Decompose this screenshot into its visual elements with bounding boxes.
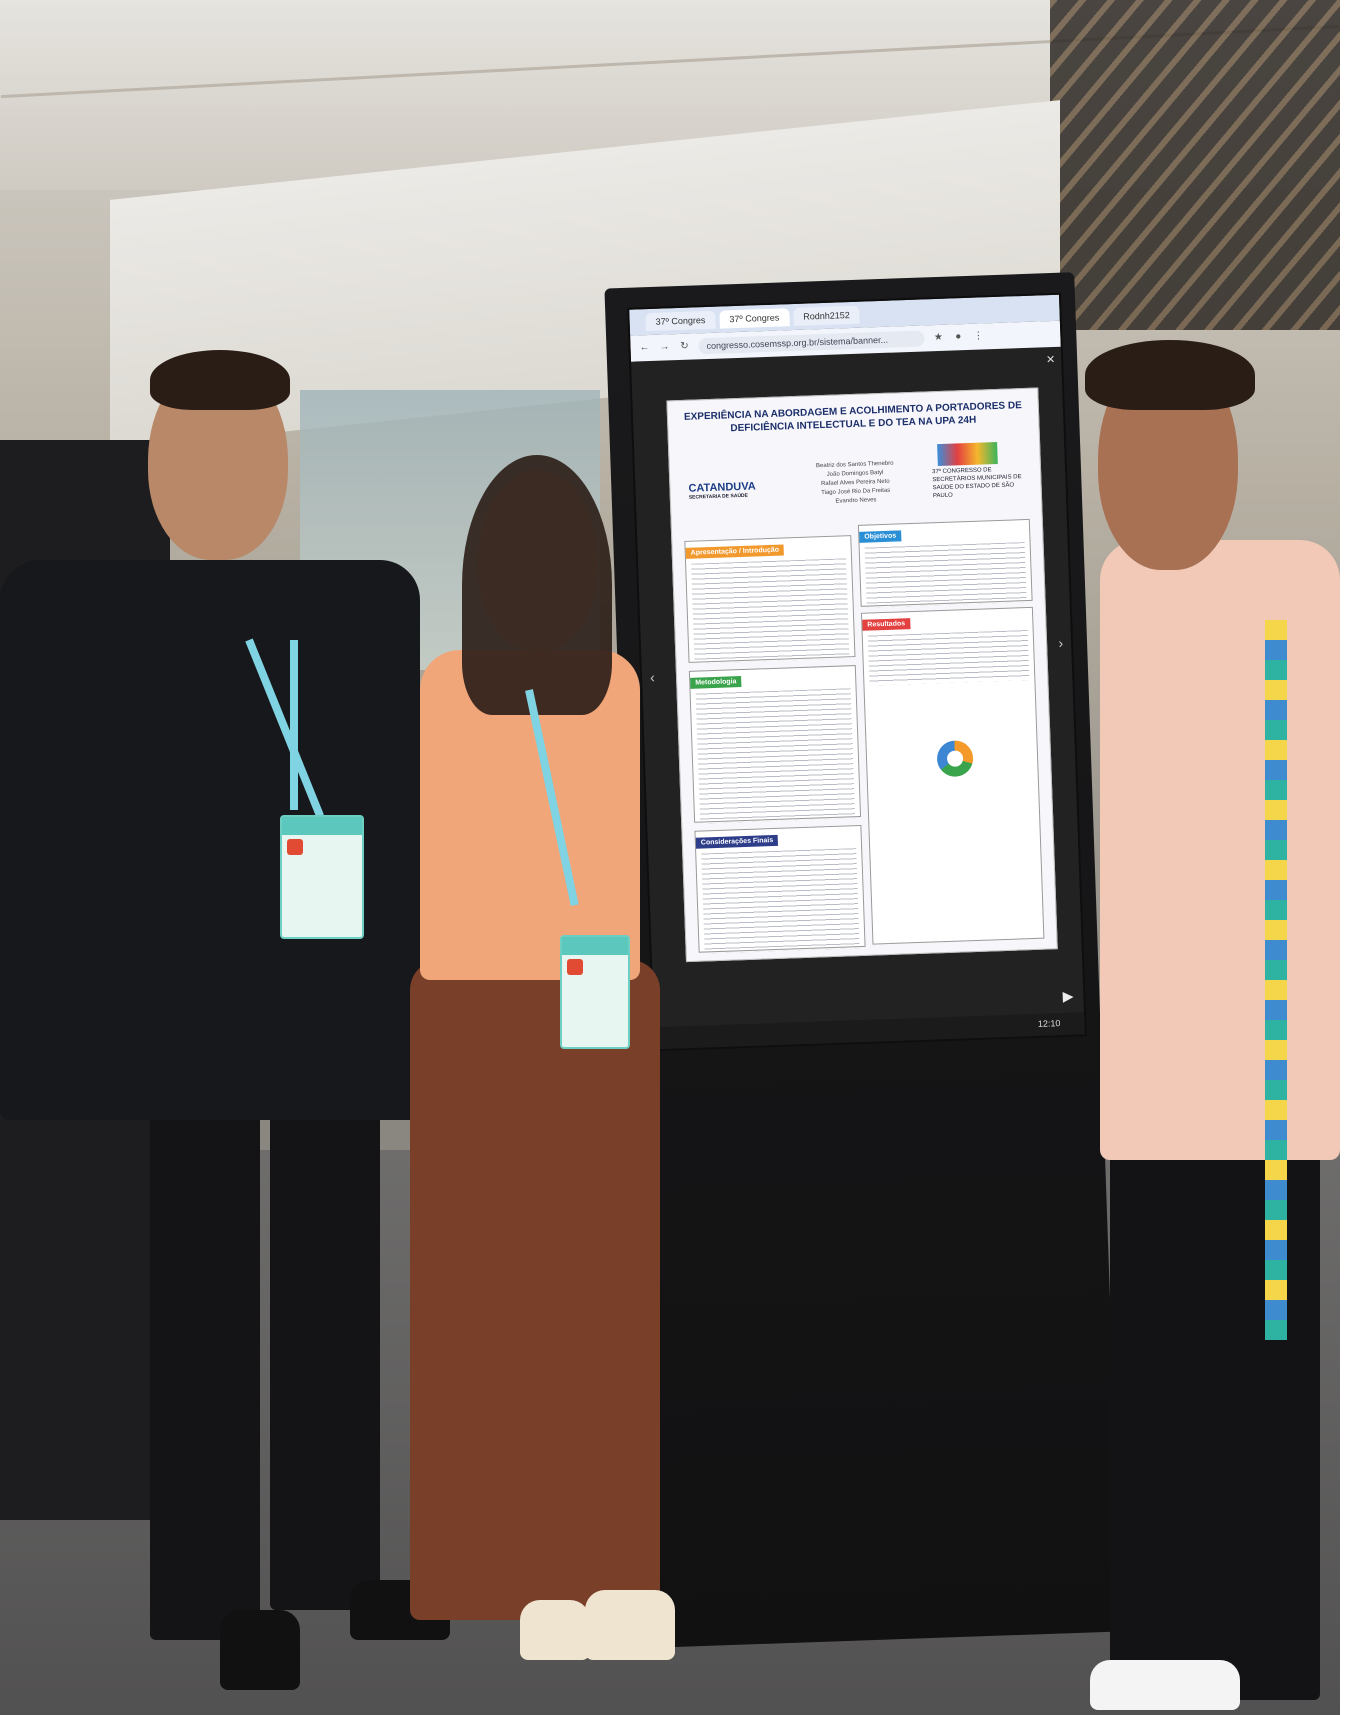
person-left-lanyard: [290, 640, 298, 810]
person-right-shoe: [1090, 1660, 1240, 1710]
person-middle-shoe: [585, 1590, 675, 1660]
section-text: [701, 848, 860, 954]
section-heading: Objetivos: [859, 530, 902, 543]
taskbar-clock: 12:10: [1037, 1018, 1061, 1029]
close-icon[interactable]: ✕: [1046, 353, 1056, 366]
kiosk-screen: 37º Congres 37º Congres Rodnh2152 ← → ↻ …: [627, 292, 1087, 1052]
section-objectives: Objetivos: [857, 518, 1033, 608]
section-results: Resultados: [860, 606, 1045, 945]
person-left-legs: [270, 1080, 380, 1610]
play-icon[interactable]: ▶: [1062, 988, 1073, 1005]
section-intro: Apresentação / Introdução: [684, 535, 856, 664]
next-slide-icon[interactable]: ›: [1058, 635, 1063, 651]
photo-scene: 37º Congres 37º Congres Rodnh2152 ← → ↻ …: [0, 0, 1340, 1715]
section-text: [864, 542, 1027, 608]
congress-name: 37º CONGRESSO DE SECRETÁRIOS MUNICIPAIS …: [931, 467, 1022, 500]
browser-tab[interactable]: Rodnh2152: [792, 305, 861, 327]
poster-title: EXPERIÊNCIA NA ABORDAGEM E ACOLHIMENTO A…: [683, 400, 1022, 435]
refresh-icon[interactable]: ↻: [678, 341, 690, 353]
person-left-hair: [150, 350, 290, 410]
section-text: [867, 630, 1030, 686]
person-middle-hair: [462, 455, 612, 715]
section-heading: Resultados: [862, 618, 911, 631]
person-left-badge: [280, 815, 364, 939]
section-method: Metodologia: [688, 665, 862, 824]
person-middle-shoe: [520, 1600, 590, 1660]
star-icon[interactable]: ★: [932, 332, 944, 344]
browser-tab[interactable]: 37º Congres: [719, 308, 790, 329]
menu-dots-icon[interactable]: ⋮: [972, 330, 984, 342]
person-right-shirt: [1100, 540, 1340, 1160]
browser-tab[interactable]: 37º Congres: [645, 310, 716, 332]
section-final: Considerações Finais: [694, 824, 866, 954]
person-left-shoe: [220, 1610, 300, 1690]
person-middle-badge: [560, 935, 630, 1049]
section-heading: Metodologia: [690, 676, 742, 689]
forward-arrow-icon[interactable]: →: [658, 341, 670, 353]
person-middle-trousers: [410, 960, 660, 1620]
person-right-legs: [1110, 1140, 1320, 1700]
section-heading: Apresentação / Introdução: [685, 544, 785, 559]
person-left-legs: [150, 1080, 260, 1640]
donut-chart: [936, 740, 974, 778]
poster: EXPERIÊNCIA NA ABORDAGEM E ACOLHIMENTO A…: [666, 387, 1058, 963]
logo-subtitle: SECRETARIA DE SAÚDE: [688, 492, 749, 501]
congress-logo: [937, 441, 998, 467]
back-arrow-icon[interactable]: ←: [638, 342, 650, 354]
person-right-bag-strap: [1265, 620, 1287, 1340]
ceiling-truss: [1050, 0, 1340, 330]
person-right-hair: [1085, 340, 1255, 410]
section-heading: Considerações Finais: [695, 834, 779, 849]
profile-icon[interactable]: ●: [952, 331, 964, 343]
section-text: [691, 558, 850, 664]
prev-slide-icon[interactable]: ‹: [650, 669, 655, 685]
poster-authors: Beatriz dos Santos Thenebro João Domingo…: [800, 459, 912, 508]
poster-logo: CATANDUVA SECRETARIA DE SAÚDE: [688, 480, 756, 500]
address-bar[interactable]: congresso.cosemssp.org.br/sistema/banner…: [698, 330, 925, 355]
section-text: [695, 688, 856, 824]
